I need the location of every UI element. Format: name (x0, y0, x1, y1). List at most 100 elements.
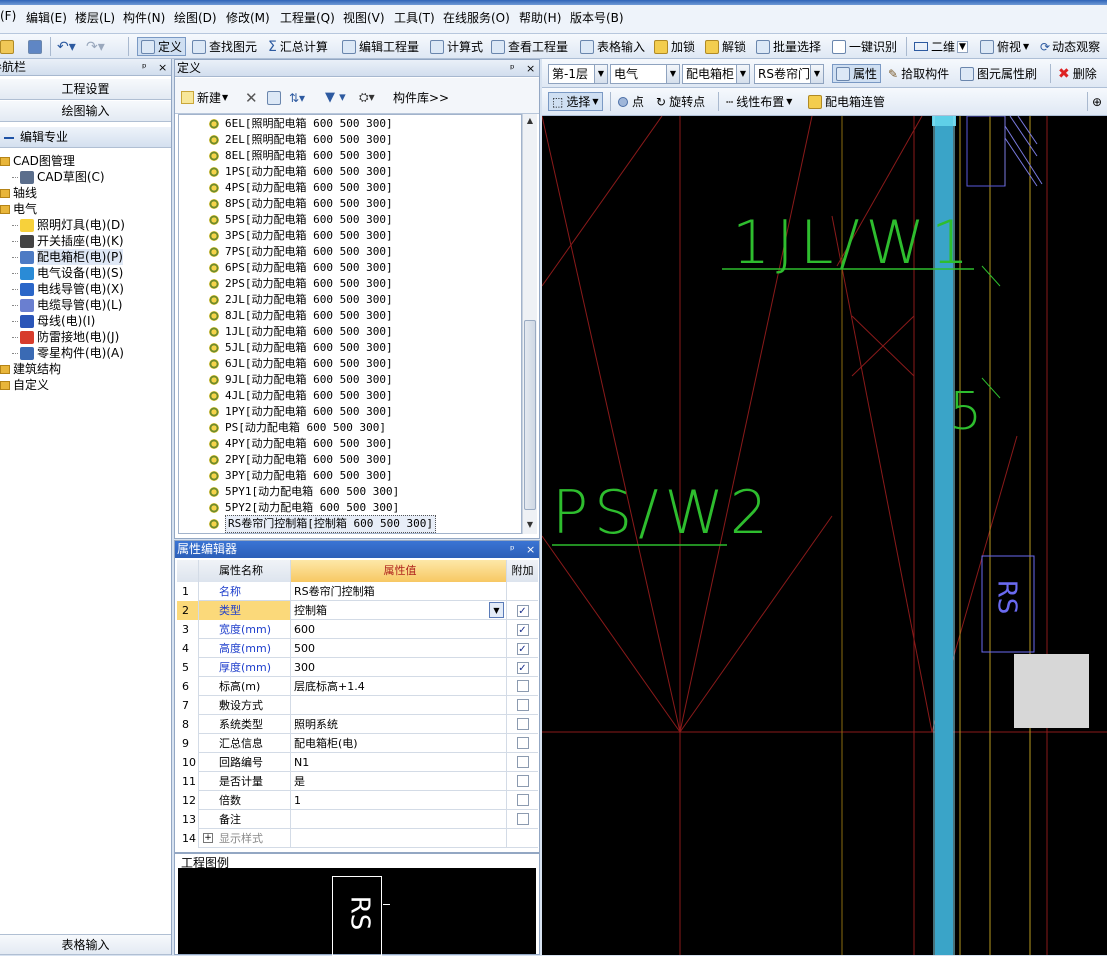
nav-tree-item[interactable]: 配电箱柜(电)(P) (12, 249, 123, 265)
menu-quantity[interactable]: 工程量(Q) (280, 9, 335, 26)
pin-icon[interactable]: ᵖ (142, 59, 147, 76)
close-icon[interactable]: × (526, 541, 535, 558)
nav-tree-item[interactable]: CAD图管理 (0, 153, 75, 169)
undo-button[interactable]: ↶▾ (57, 37, 76, 56)
select-button[interactable]: ⬚ 选择 ▼ (548, 92, 603, 111)
scroll-up-icon[interactable]: ▲ (523, 114, 537, 128)
nav-tree-item[interactable]: 电缆导管(电)(L) (12, 297, 122, 313)
nav-tree-item[interactable]: 母线(电)(I) (12, 313, 95, 329)
nav-tree-item[interactable]: CAD草图(C) (12, 169, 105, 185)
batch-select-button[interactable]: 批量选择 (756, 37, 821, 56)
close-icon[interactable]: × (158, 59, 167, 76)
zoom-button[interactable]: ⊕ (1092, 92, 1102, 111)
drawing-input-button[interactable]: 绘图输入 (0, 101, 171, 122)
component-list-item[interactable]: 7PS[动力配电箱 600 500 300] (179, 244, 393, 260)
property-row[interactable]: 2 类型 控制箱 ✓ ▼ (177, 601, 538, 620)
component-select[interactable]: RS卷帘门 ▼ (754, 64, 824, 84)
property-row[interactable]: 7 敷设方式 (177, 696, 538, 715)
property-value[interactable]: 300 (291, 658, 507, 677)
property-row[interactable]: 1 名称 RS卷帘门控制箱 (177, 582, 538, 601)
view-mode-dropdown[interactable]: 二维 ▼ (914, 37, 968, 56)
attach-checkbox[interactable] (516, 737, 529, 749)
property-row[interactable]: 14 显示样式 + (177, 829, 538, 848)
attach-checkbox[interactable]: ✓ (516, 624, 529, 636)
attach-checkbox[interactable] (516, 756, 529, 768)
component-list-item[interactable]: 1PY[动力配电箱 600 500 300] (179, 404, 393, 420)
menu-file[interactable]: (F) (0, 9, 16, 23)
property-value[interactable]: 控制箱 (291, 601, 507, 620)
summary-button[interactable]: Σ 汇总计算 (268, 37, 328, 56)
property-value[interactable] (291, 696, 507, 715)
attach-checkbox[interactable] (516, 699, 529, 711)
component-library-button[interactable]: 构件库>> (393, 88, 449, 107)
component-list-item[interactable]: 5JL[动力配电箱 600 500 300] (179, 340, 393, 356)
vertical-scrollbar[interactable]: ▲ ▼ (522, 114, 537, 534)
attach-checkbox[interactable] (516, 680, 529, 692)
component-list-item[interactable]: 8PS[动力配电箱 600 500 300] (179, 196, 393, 212)
property-row[interactable]: 11 是否计量是 (177, 772, 538, 791)
component-list-item[interactable]: 1JL[动力配电箱 600 500 300] (179, 324, 393, 340)
property-row[interactable]: 4 高度(mm) 500 ✓ (177, 639, 538, 658)
chevron-down-icon[interactable]: ▼ (489, 602, 504, 618)
one-click-identify-button[interactable]: 一键识别 (832, 37, 897, 56)
component-list-item[interactable]: 5PY2[动力配电箱 600 500 300] (179, 500, 399, 516)
define-button[interactable]: 定义 (137, 37, 187, 56)
point-button[interactable]: 点 (618, 92, 644, 111)
save-button[interactable] (28, 37, 45, 56)
component-list-item[interactable]: 2PS[动力配电箱 600 500 300] (179, 276, 393, 292)
property-value[interactable]: 照明系统 (291, 715, 507, 734)
nav-tree-item[interactable]: 电气 (0, 201, 37, 217)
project-settings-button[interactable]: 工程设置 (0, 79, 171, 100)
attach-checkbox[interactable]: ✓ (516, 662, 529, 674)
scroll-thumb[interactable] (524, 320, 536, 510)
component-list-item[interactable]: 6JL[动力配电箱 600 500 300] (179, 356, 393, 372)
property-value[interactable]: 1 (291, 791, 507, 810)
nav-tree-item[interactable]: 开关插座(电)(K) (12, 233, 124, 249)
property-value[interactable]: 600 (291, 620, 507, 639)
delete-button[interactable]: ✖ 删除 (1058, 64, 1097, 83)
component-list-item[interactable]: 3PY[动力配电箱 600 500 300] (179, 468, 393, 484)
nav-tree-item[interactable]: 建筑结构 (0, 361, 61, 377)
top-view-dropdown[interactable]: 俯视 ▼ (980, 37, 1029, 56)
menu-draw[interactable]: 绘图(D) (174, 9, 217, 26)
menu-view[interactable]: 视图(V) (343, 9, 385, 26)
menu-component[interactable]: 构件(N) (123, 9, 165, 26)
menu-modify[interactable]: 修改(M) (226, 9, 270, 26)
property-row[interactable]: 13 备注 (177, 810, 538, 829)
property-row[interactable]: 10 回路编号 N1 (177, 753, 538, 772)
formula-button[interactable]: 计算式 (430, 37, 483, 56)
component-list-item[interactable]: 2JL[动力配电箱 600 500 300] (179, 292, 393, 308)
property-row[interactable]: 5 厚度(mm) 300 ✓ (177, 658, 538, 677)
attach-checkbox[interactable] (516, 775, 529, 787)
menu-tools[interactable]: 工具(T) (394, 9, 435, 26)
property-value[interactable]: 500 (291, 639, 507, 658)
lock-button[interactable]: 加锁 (654, 37, 695, 56)
box-connect-button[interactable]: 配电箱连管 (808, 92, 885, 111)
property-row[interactable]: 9 汇总信息 配电箱柜(电) (177, 734, 538, 753)
attach-checkbox[interactable]: ✓ (516, 643, 529, 655)
component-list-item[interactable]: 9JL[动力配电箱 600 500 300] (179, 372, 393, 388)
property-row[interactable]: 6 标高(m) 层底标高+1.4 (177, 677, 538, 696)
nav-tree-item[interactable]: 防雷接地(电)(J) (12, 329, 119, 345)
pin-icon[interactable]: ᵖ (510, 541, 515, 558)
table-input-nav-button[interactable]: 表格输入 (0, 934, 171, 955)
component-type-select[interactable]: 配电箱柜 ▼ (682, 64, 750, 84)
open-button[interactable] (0, 37, 17, 56)
filter-button[interactable]: ▼ ▾ (325, 88, 346, 107)
property-row[interactable]: 12 倍数 1 (177, 791, 538, 810)
search-button[interactable]: ⛭▾ (359, 88, 375, 107)
new-button[interactable]: 新建 ▼ (181, 88, 228, 107)
attach-checkbox[interactable] (516, 813, 529, 825)
property-value[interactable]: 配电箱柜(电) (291, 734, 507, 753)
component-list-item[interactable]: 5PS[动力配电箱 600 500 300] (179, 212, 393, 228)
attach-checkbox[interactable] (516, 794, 529, 806)
cad-canvas[interactable]: 1JL/W1 PS/W2 5 RS (542, 116, 1107, 955)
pin-icon[interactable]: ᵖ (510, 60, 515, 77)
edit-quantity-button[interactable]: 编辑工程量 (342, 37, 419, 56)
component-list-item[interactable]: 8EL[照明配电箱 600 500 300] (179, 148, 393, 164)
view-quantity-button[interactable]: 查看工程量 (491, 37, 568, 56)
nav-tree-item[interactable]: 照明灯具(电)(D) (12, 217, 125, 233)
component-list-item[interactable]: 4PY[动力配电箱 600 500 300] (179, 436, 393, 452)
nav-tree-item[interactable]: 轴线 (0, 185, 37, 201)
component-list-item[interactable]: 8JL[动力配电箱 600 500 300] (179, 308, 393, 324)
